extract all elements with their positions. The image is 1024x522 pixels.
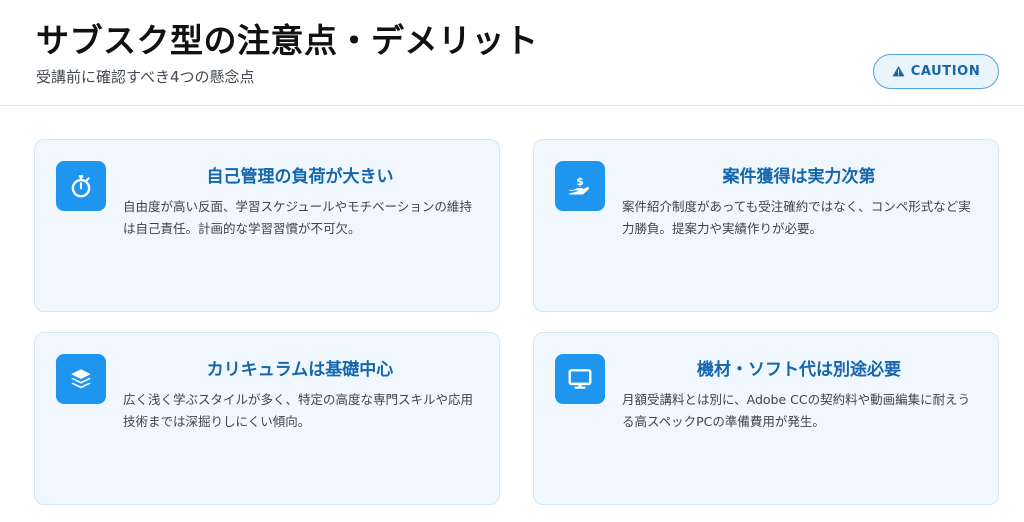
concern-card-job-acquisition: $ 案件獲得は実力次第 案件紹介制度があっても受注確約ではなく、コンペ形式など実…: [533, 139, 999, 312]
card-title: カリキュラムは基礎中心: [206, 360, 394, 380]
card-description: 自由度が高い反面、学習スケジュールやモチベーションの維持は自己責任。計画的な学習…: [123, 199, 472, 236]
caution-label: CAUTION: [910, 64, 981, 79]
monitor-icon: [568, 369, 592, 389]
card-title: 機材・ソフト代は別途必要: [697, 360, 901, 380]
concern-card-curriculum: カリキュラムは基礎中心 広く浅く学ぶスタイルが多く、特定の高度な専門スキルや応用…: [34, 332, 500, 505]
concern-card-self-management: 自己管理の負荷が大きい 自由度が高い反面、学習スケジュールやモチベーションの維持…: [34, 139, 500, 312]
card-icon-box: [56, 354, 106, 404]
card-description: 案件紹介制度があっても受注確約ではなく、コンペ形式など実力勝負。提案力や実績作り…: [622, 199, 971, 236]
svg-text:$: $: [576, 175, 584, 188]
caution-badge: CAUTION: [873, 54, 999, 89]
layers-icon: [71, 369, 91, 389]
card-title: 自己管理の負荷が大きい: [206, 167, 394, 187]
page-subtitle: 受講前に確認すべき4つの懸念点: [36, 68, 255, 86]
page-title: サブスク型の注意点・デメリット: [36, 21, 539, 60]
card-description: 月額受講料とは別に、Adobe CCの契約料や動画編集に耐えうる高スペックPCの…: [622, 392, 971, 429]
card-icon-box: [555, 354, 605, 404]
card-title: 案件獲得は実力次第: [722, 167, 876, 187]
hand-holding-dollar-icon: $: [568, 175, 590, 195]
page-header: サブスク型の注意点・デメリット 受講前に確認すべき4つの懸念点 CAUTION: [0, 0, 1024, 106]
warning-icon: [892, 66, 905, 77]
concern-card-equipment-cost: 機材・ソフト代は別途必要 月額受講料とは別に、Adobe CCの契約料や動画編集…: [533, 332, 999, 505]
card-icon-box: [56, 161, 106, 211]
stopwatch-icon: [71, 175, 91, 198]
card-description: 広く浅く学ぶスタイルが多く、特定の高度な専門スキルや応用技術までは深掘りしにくい…: [123, 392, 474, 429]
card-icon-box: $: [555, 161, 605, 211]
